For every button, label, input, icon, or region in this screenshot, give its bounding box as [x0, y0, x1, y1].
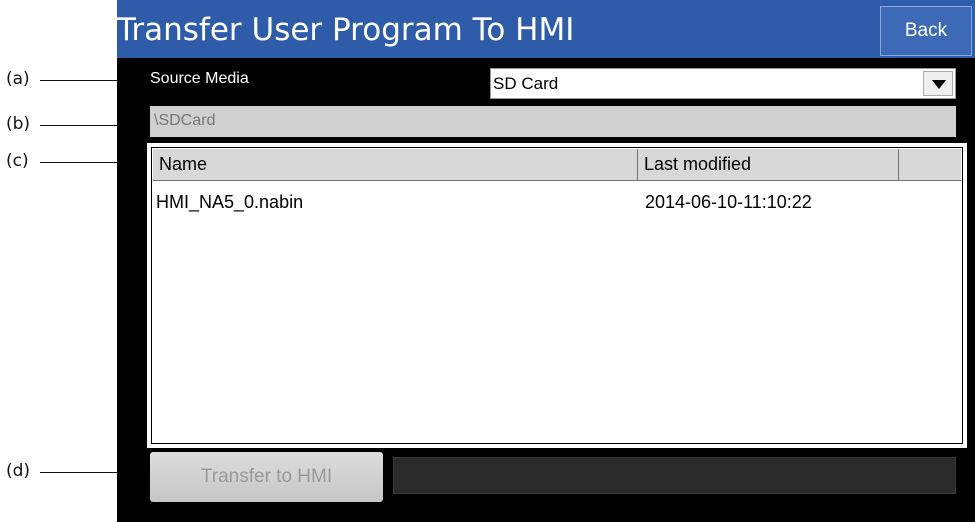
column-header-last-modified[interactable]: Last modified	[638, 149, 899, 181]
file-name: HMI_NA5_0.nabin	[156, 192, 304, 212]
source-media-select[interactable]: SD Card	[490, 68, 956, 99]
page-title: Transfer User Program To HMI	[117, 12, 575, 48]
title-bar: Transfer User Program To HMI Back	[117, 0, 975, 58]
hmi-screen: Transfer User Program To HMI Back Source…	[117, 0, 975, 522]
callout-d: (d)	[6, 461, 31, 481]
path-field: \SDCard	[150, 106, 956, 137]
chevron-down-icon[interactable]	[923, 71, 953, 96]
file-list[interactable]: Name Last modified HMI_NA5_0.nabin 2014-…	[147, 143, 967, 448]
column-header-filler	[899, 149, 961, 181]
callout-a: (a)	[6, 69, 30, 89]
back-button[interactable]: Back	[880, 6, 972, 56]
callout-b: (b)	[6, 114, 31, 134]
column-header-name[interactable]: Name	[153, 149, 638, 181]
callout-c: (c)	[6, 151, 29, 171]
transfer-to-hmi-button[interactable]: Transfer to HMI	[150, 452, 383, 502]
source-media-value: SD Card	[493, 74, 559, 93]
file-modified: 2014-06-10-11:10:22	[645, 192, 812, 212]
path-text: \SDCard	[154, 112, 216, 129]
status-bar	[393, 457, 956, 494]
source-media-label: Source Media	[150, 70, 249, 87]
